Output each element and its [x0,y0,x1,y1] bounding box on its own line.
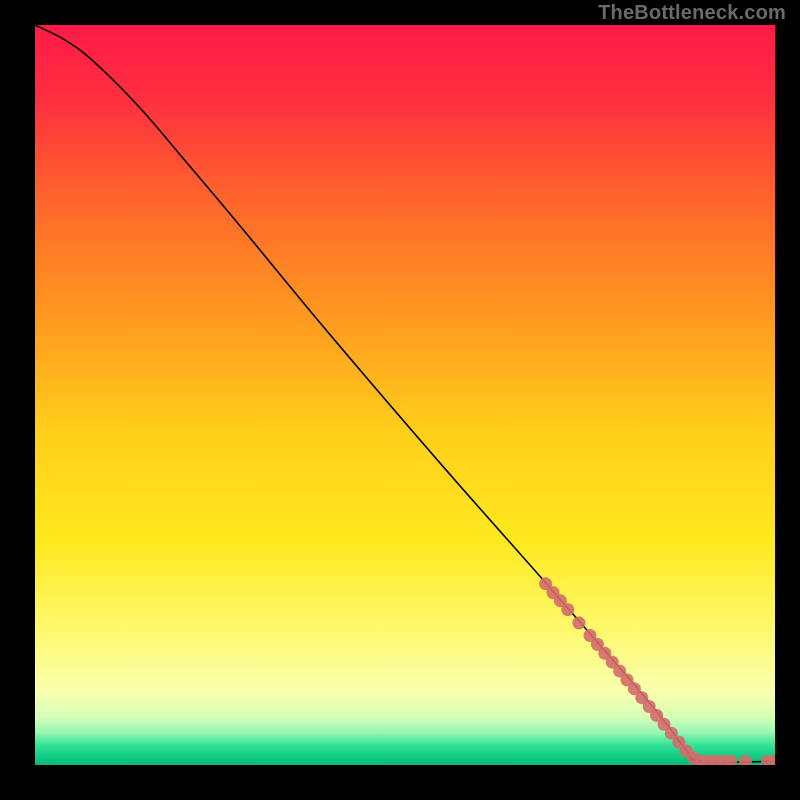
curve-layer [35,25,775,765]
data-marker [572,616,585,629]
plot-area [35,25,775,765]
data-marker [739,755,752,765]
data-marker [561,603,574,616]
chart-container: TheBottleneck.com [0,0,800,800]
bottleneck-curve [35,25,775,762]
marker-group [539,577,775,765]
watermark-text: TheBottleneck.com [598,2,786,25]
